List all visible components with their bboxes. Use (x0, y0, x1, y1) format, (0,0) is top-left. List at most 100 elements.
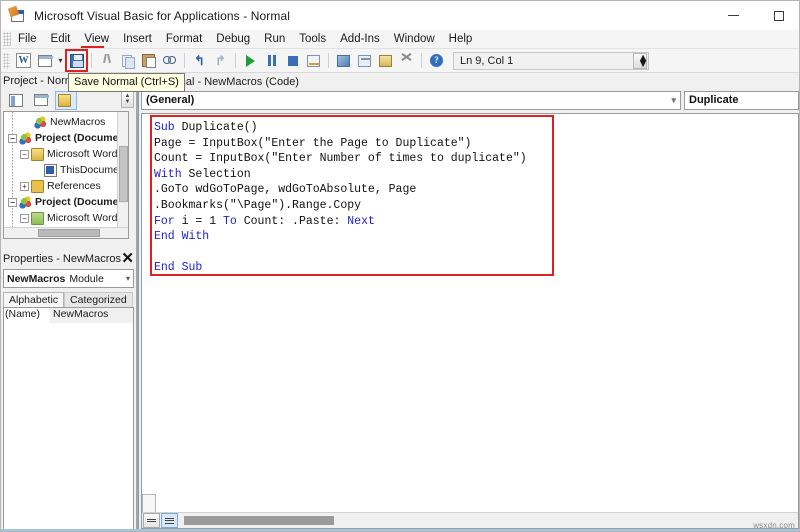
run-sub-button[interactable] (240, 50, 261, 71)
userform-icon (37, 54, 53, 67)
toolbar-grip[interactable] (3, 52, 10, 69)
toolbar-overflow-button[interactable]: ▲ ▼ (633, 52, 648, 69)
properties-row[interactable]: (Name) NewMacros (4, 308, 133, 323)
paste-icon (142, 54, 156, 68)
menu-view[interactable]: View (77, 32, 116, 46)
properties-grid[interactable]: (Name) NewMacros (3, 307, 134, 531)
code-token-keyword: Next (347, 214, 375, 228)
window-bottom-strip (1, 529, 799, 531)
code-pane-splitter[interactable] (142, 494, 156, 512)
menu-insert[interactable]: Insert (116, 32, 159, 46)
copy-icon (121, 54, 135, 69)
expander-minus-icon[interactable]: − (20, 149, 29, 159)
menu-format[interactable]: Format (159, 32, 209, 46)
window-title: Microsoft Visual Basic for Applications … (34, 8, 291, 23)
tab-categorized[interactable]: Categorized (64, 292, 133, 307)
find-button[interactable] (159, 50, 180, 71)
copy-button[interactable] (117, 50, 138, 71)
procedure-combo[interactable]: Duplicate (684, 90, 799, 110)
expander-minus-icon[interactable]: − (8, 133, 17, 143)
code-window-title: Normal - NewMacros (Code) (139, 73, 799, 90)
minimize-button[interactable] (711, 1, 756, 30)
object-browser-icon (379, 54, 392, 67)
chevron-down-icon[interactable]: ▾ (126, 274, 130, 283)
menu-edit[interactable]: Edit (44, 32, 78, 46)
object-browser-button[interactable] (375, 50, 396, 71)
expander-minus-icon[interactable]: − (8, 197, 17, 207)
project-tree-horizontal-scrollbar[interactable] (4, 227, 128, 238)
tab-alphabetic[interactable]: Alphabetic (3, 292, 65, 307)
cut-icon (101, 54, 113, 67)
close-icon[interactable]: ✕ (121, 251, 134, 266)
properties-object-type: Module (69, 272, 104, 285)
tree-item-references[interactable]: + References (4, 178, 128, 194)
properties-window-button[interactable] (354, 50, 375, 71)
object-combo-value: (General) (146, 94, 195, 106)
project-explorer-button[interactable] (333, 50, 354, 71)
reset-button[interactable] (282, 50, 303, 71)
cut-button[interactable] (96, 50, 117, 71)
project-tree-vertical-scrollbar[interactable] (117, 112, 128, 238)
project-explorer-icon (337, 54, 350, 67)
tree-item-label: NewMacros (50, 116, 106, 128)
paste-button[interactable] (138, 50, 159, 71)
toolbox-icon (400, 55, 413, 67)
expander-plus-icon[interactable]: + (20, 181, 29, 191)
tree-item-newmacros[interactable]: NewMacros (4, 114, 128, 130)
insert-userform-button[interactable] (34, 50, 55, 71)
tree-item-thisdocument-1[interactable]: ThisDocument (4, 162, 128, 178)
view-menu-annotation-underline (81, 46, 104, 48)
menu-add-ins[interactable]: Add-Ins (333, 32, 387, 46)
vba-project-icon (19, 195, 32, 209)
code-window: Normal - NewMacros (Code) (General) ▾ Du… (138, 73, 799, 531)
tree-item-word-objects-1[interactable]: − Microsoft Word Ob (4, 146, 128, 162)
menu-grip[interactable] (3, 32, 11, 46)
design-mode-button[interactable] (303, 50, 324, 71)
menu-help[interactable]: Help (442, 32, 480, 46)
undo-button[interactable]: ↰ (189, 50, 210, 71)
scrollbar-thumb[interactable] (184, 516, 334, 525)
code-token: Count: .Paste: (243, 214, 348, 228)
view-code-button[interactable] (5, 91, 27, 110)
toolbar-separator (421, 53, 422, 68)
maximize-button[interactable] (756, 1, 799, 30)
scrollbar-thumb[interactable] (119, 146, 128, 202)
properties-object-combo[interactable]: NewMacros Module ▾ (3, 269, 134, 288)
code-token: Selection (188, 167, 251, 181)
design-mode-icon (307, 54, 320, 67)
property-value[interactable]: NewMacros (50, 308, 133, 323)
expander-minus-icon[interactable]: − (20, 213, 29, 223)
scrollbar-thumb[interactable] (38, 229, 100, 237)
break-button[interactable] (261, 50, 282, 71)
menu-tools[interactable]: Tools (292, 32, 333, 46)
save-normal-button[interactable] (65, 49, 88, 72)
redo-button[interactable]: ↱ (210, 50, 231, 71)
folder-icon (31, 179, 44, 193)
help-button[interactable]: ? (426, 50, 447, 71)
tree-item-word-objects-2[interactable]: − Microsoft Word Ob (4, 210, 128, 226)
menu-debug[interactable]: Debug (209, 32, 257, 46)
menu-window[interactable]: Window (387, 32, 442, 46)
tree-item-project-document2[interactable]: − Project (Document2) (4, 194, 128, 210)
folders-icon (58, 93, 71, 107)
menu-file[interactable]: File (11, 32, 44, 46)
view-object-button[interactable] (30, 91, 52, 110)
toolbox-button[interactable] (396, 50, 417, 71)
run-icon (246, 54, 255, 67)
code-text[interactable]: Sub Duplicate() Page = InputBox("Enter t… (154, 120, 527, 276)
menu-run[interactable]: Run (257, 32, 292, 46)
object-combo[interactable]: (General) ▾ (141, 90, 681, 110)
project-tree[interactable]: NewMacros − Project (Document1) − Micros… (3, 111, 129, 239)
code-horizontal-scrollbar[interactable] (142, 512, 798, 528)
project-panel-scroll-button[interactable]: ▲ ▼ (121, 90, 134, 108)
view-word-button[interactable]: W (13, 50, 34, 71)
chevron-down-icon[interactable]: ▾ (671, 95, 676, 106)
code-editor[interactable]: Sub Duplicate() Page = InputBox("Enter t… (141, 113, 799, 529)
insert-dropdown-button[interactable]: ▾ (55, 56, 66, 65)
tree-item-project-document1[interactable]: − Project (Document1) (4, 130, 128, 146)
code-token-keyword: End With (154, 230, 210, 244)
procedure-view-button[interactable] (143, 513, 160, 528)
properties-panel-title: Properties - NewMacros ✕ (1, 251, 136, 267)
toggle-folders-button[interactable] (55, 90, 77, 110)
full-module-view-button[interactable] (161, 513, 178, 528)
